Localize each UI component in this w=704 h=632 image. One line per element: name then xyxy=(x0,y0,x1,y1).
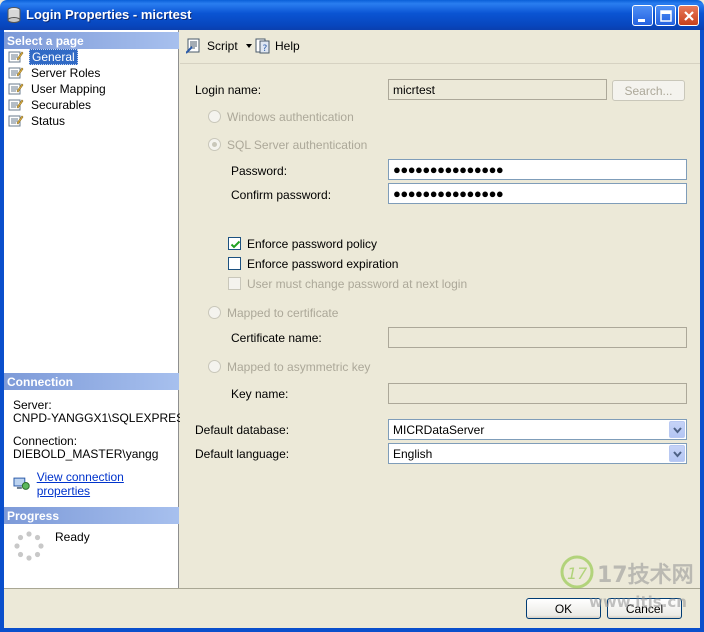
page-icon xyxy=(8,51,24,63)
connection-label: Connection: xyxy=(13,434,78,448)
enforce-expiration-checkbox[interactable] xyxy=(228,257,241,270)
connection-value: DIEBOLD_MASTER\yangg xyxy=(13,447,159,461)
enforce-policy-label: Enforce password policy xyxy=(247,237,378,251)
maximize-icon xyxy=(660,10,672,22)
script-button[interactable]: Script xyxy=(186,38,255,54)
title-bar: Login Properties - micrtest xyxy=(0,0,704,30)
confirm-password-input[interactable]: ●●●●●●●●●●●●●●● xyxy=(388,183,687,204)
default-language-label: Default language: xyxy=(195,447,290,461)
help-icon: ? xyxy=(255,38,270,54)
toolbar: Script ? Help xyxy=(180,30,700,64)
password-input[interactable]: ●●●●●●●●●●●●●●● xyxy=(388,159,687,180)
cancel-button[interactable]: Cancel xyxy=(607,598,682,619)
enforce-policy-checkbox[interactable] xyxy=(228,237,241,250)
checkmark-icon xyxy=(230,240,241,249)
progress-status-text: Ready xyxy=(55,530,90,544)
certificate-name-label: Certificate name: xyxy=(231,331,322,345)
login-name-label: Login name: xyxy=(195,83,262,97)
page-server-roles[interactable]: Server Roles xyxy=(8,65,102,81)
progress-status: Ready xyxy=(13,530,90,562)
chevron-down-icon xyxy=(673,427,682,434)
ok-button[interactable]: OK xyxy=(526,598,601,619)
progress-header: Progress xyxy=(4,507,179,524)
mapped-cert-radio[interactable] xyxy=(208,306,221,319)
left-pane: Select a page General Server Roles User … xyxy=(4,30,192,588)
connection-header: Connection xyxy=(4,373,179,390)
search-button[interactable]: Search... xyxy=(612,80,685,101)
default-database-select[interactable]: MICRDataServer xyxy=(388,419,687,440)
default-database-dropdown[interactable] xyxy=(669,421,685,438)
select-page-header: Select a page xyxy=(4,32,179,49)
must-change-label: User must change password at next login xyxy=(247,277,468,291)
button-bar: OK Cancel 17 17技术网 www.itjs.cn xyxy=(4,555,700,628)
help-button[interactable]: ? Help xyxy=(255,38,300,54)
chevron-down-icon xyxy=(245,44,252,48)
windows-auth-radio[interactable] xyxy=(208,110,221,123)
general-page: Login name: micrtest Search... Windows a… xyxy=(180,65,700,588)
minimize-icon xyxy=(638,19,645,22)
chevron-down-icon xyxy=(673,451,682,458)
mapped-asym-label: Mapped to asymmetric key xyxy=(227,360,371,374)
script-icon xyxy=(186,38,200,54)
key-name-label: Key name: xyxy=(231,387,289,401)
connection-properties-icon xyxy=(13,477,30,490)
page-icon xyxy=(8,67,24,79)
login-name-input[interactable]: micrtest xyxy=(388,79,607,100)
close-icon xyxy=(684,11,694,21)
page-icon xyxy=(8,99,24,111)
view-connection-properties[interactable]: View connection properties xyxy=(13,470,178,498)
mapped-asym-radio[interactable] xyxy=(208,360,221,373)
default-database-label: Default database: xyxy=(195,423,290,437)
view-connection-link[interactable]: View connection properties xyxy=(37,470,178,498)
password-label: Password: xyxy=(231,164,288,178)
sql-auth-label: SQL Server authentication xyxy=(227,138,368,152)
window-title: Login Properties - micrtest xyxy=(26,7,192,22)
default-language-dropdown[interactable] xyxy=(669,445,685,462)
maximize-button[interactable] xyxy=(655,5,676,26)
certificate-name-input[interactable] xyxy=(388,327,687,348)
database-icon xyxy=(7,7,21,23)
close-button[interactable] xyxy=(678,5,699,26)
windows-auth-label: Windows authentication xyxy=(227,110,354,124)
page-status[interactable]: Status xyxy=(8,113,67,129)
page-user-mapping[interactable]: User Mapping xyxy=(8,81,108,97)
mapped-cert-label: Mapped to certificate xyxy=(227,306,339,320)
page-securables[interactable]: Securables xyxy=(8,97,93,113)
confirm-password-label: Confirm password: xyxy=(231,188,332,202)
page-general[interactable]: General xyxy=(8,49,78,65)
key-name-input[interactable] xyxy=(388,383,687,404)
default-language-select[interactable]: English xyxy=(388,443,687,464)
server-value: CNPD-YANGGX1\SQLEXPRESS xyxy=(13,411,193,425)
progress-spinner-icon xyxy=(14,531,44,561)
svg-text:?: ? xyxy=(263,44,268,54)
must-change-checkbox[interactable] xyxy=(228,277,241,290)
minimize-button[interactable] xyxy=(632,5,653,26)
server-label: Server: xyxy=(13,398,52,412)
sql-auth-radio[interactable] xyxy=(208,138,221,151)
page-icon xyxy=(8,83,24,95)
page-icon xyxy=(8,115,24,127)
enforce-expiration-label: Enforce password expiration xyxy=(247,257,399,271)
